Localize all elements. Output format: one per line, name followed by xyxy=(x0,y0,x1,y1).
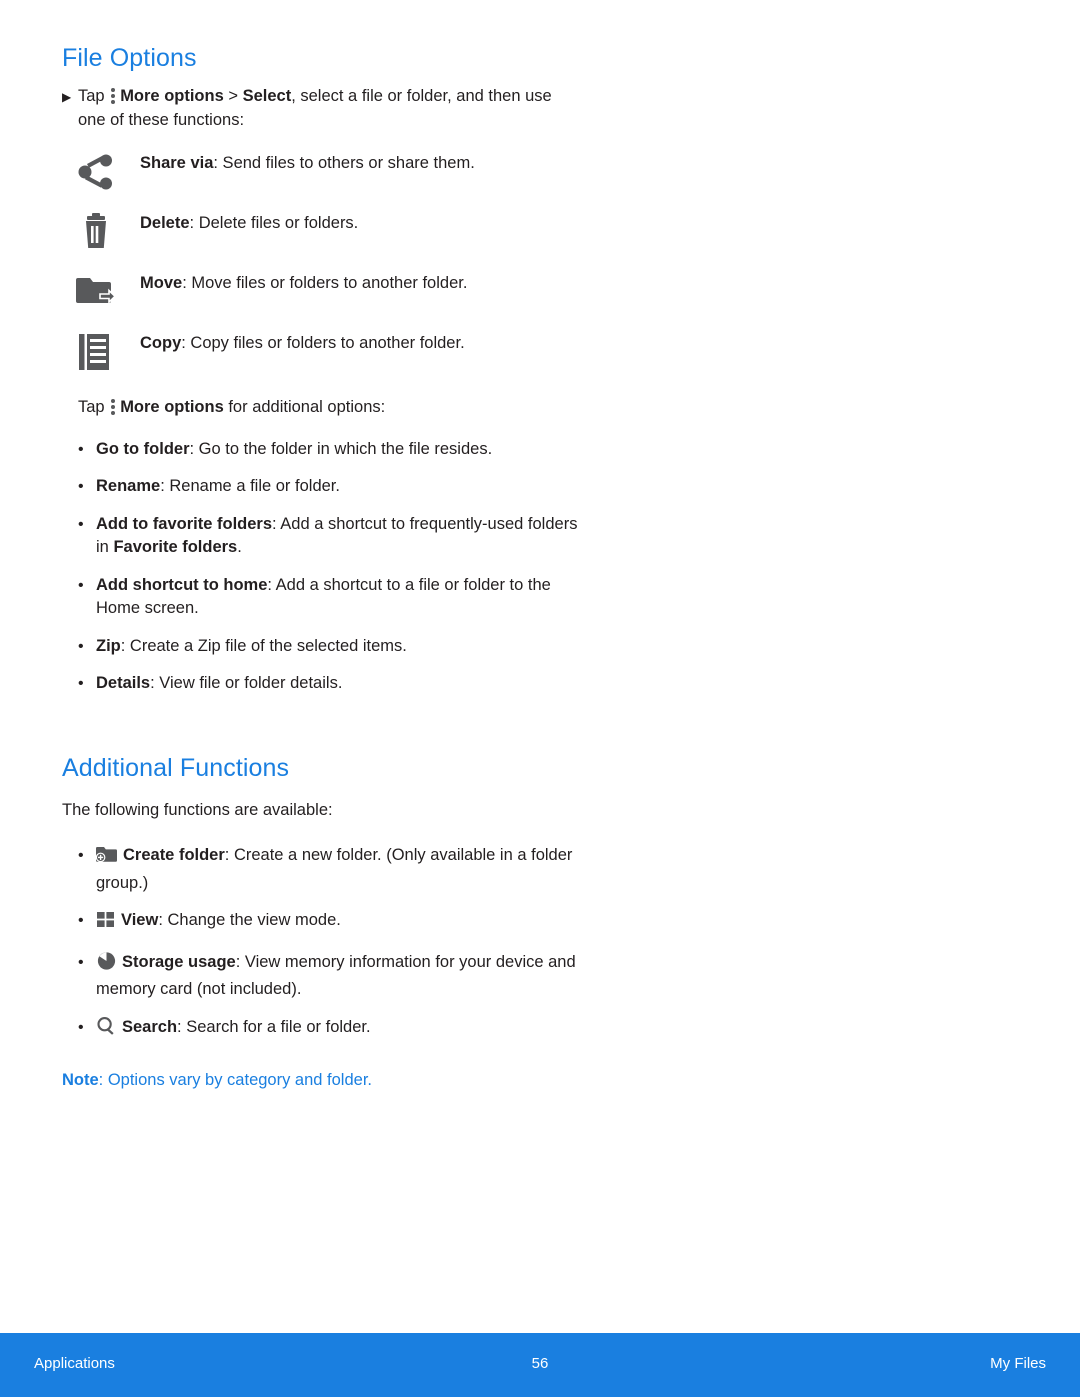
list-item: • Search: Search for a file or folder. xyxy=(62,1016,582,1044)
list-item: • Details: View file or folder details. xyxy=(62,672,582,696)
bullet-icon: • xyxy=(78,637,84,655)
item-text: : Change the view mode. xyxy=(158,911,341,929)
item-bold-label: Share via xyxy=(140,154,214,172)
note-label: Note xyxy=(62,1071,99,1089)
item-bold-label-2: Favorite folders xyxy=(113,538,238,556)
item-bold-label: Move xyxy=(140,274,183,292)
item-text: : Go to the folder in which the file res… xyxy=(189,439,493,458)
footer-page-number: 56 xyxy=(531,1355,549,1372)
item-bold-label: Copy xyxy=(140,334,182,352)
tap-label: Tap xyxy=(78,87,110,105)
list-item: Copy: Copy files or folders to another f… xyxy=(62,330,582,372)
item-bold-label: Create folder xyxy=(123,846,225,864)
list-item-text: Add to favorite folders: Add a shortcut … xyxy=(96,513,582,560)
list-item: • Create folder: Create a new folder. (O… xyxy=(62,844,582,895)
additional-intro-text: The following functions are available: xyxy=(62,800,333,819)
list-item-text: Zip: Create a Zip file of the selected i… xyxy=(96,635,582,659)
item-text: : View file or folder details. xyxy=(150,674,343,692)
list-item: Delete: Delete files or folders. xyxy=(62,210,582,252)
more-options-label: More options xyxy=(120,398,224,416)
bullet-icon: • xyxy=(78,675,84,692)
list-item: • Zip: Create a Zip file of the selected… xyxy=(62,635,582,659)
bullet-icon: • xyxy=(78,847,84,864)
item-bold-label: Zip xyxy=(96,636,121,655)
list-item-text: Move: Move files or folders to another f… xyxy=(140,270,582,296)
item-bold-label: Rename xyxy=(96,477,161,495)
more-options-icon xyxy=(111,398,117,415)
bullet-icon: • xyxy=(78,478,84,495)
more-options-label: More options xyxy=(120,87,224,105)
item-text: : Copy files or folders to another folde… xyxy=(181,334,465,352)
share-icon xyxy=(62,150,140,192)
item-bold-label: Details xyxy=(96,674,151,692)
bullet-icon: • xyxy=(78,1018,84,1036)
storage-usage-icon xyxy=(96,951,117,979)
list-item-text: Go to folder: Go to the folder in which … xyxy=(96,438,582,462)
item-text: : Move files or folders to another folde… xyxy=(182,274,468,292)
select-label: Select xyxy=(242,87,292,105)
list-item: • View: Change the view mode. xyxy=(62,909,582,937)
list-item-text: Create folder: Create a new folder. (Onl… xyxy=(95,844,582,895)
list-item-text: Search: Search for a file or folder. xyxy=(96,1016,582,1044)
list-item-text: Share via: Send files to others or share… xyxy=(140,150,582,176)
footer-chapter-label: My Files xyxy=(990,1355,1046,1372)
bullet-icon: • xyxy=(78,912,84,929)
item-text-2: . xyxy=(237,538,242,556)
item-text: : Rename a file or folder. xyxy=(160,477,340,495)
list-item-text: View: Change the view mode. xyxy=(96,909,582,937)
tap-instruction-text: Tap More options > Select, select a file… xyxy=(78,85,582,132)
item-bold-label: Go to folder xyxy=(96,439,190,458)
list-item-text: Details: View file or folder details. xyxy=(96,672,582,696)
list-item: Move: Move files or folders to another f… xyxy=(62,270,582,312)
note-text: Note: Options vary by category and folde… xyxy=(62,1069,582,1093)
section-title-additional-functions: Additional Functions xyxy=(62,753,290,782)
page-content: File Options ▶ Tap More options > Select… xyxy=(62,44,582,1093)
item-bold-label: Delete xyxy=(140,214,190,232)
list-item-text: Rename: Rename a file or folder. xyxy=(96,475,582,499)
create-folder-icon xyxy=(95,844,118,872)
item-text: : Delete files or folders. xyxy=(189,214,359,232)
list-item: • Storage usage: View memory information… xyxy=(62,951,582,1002)
item-bold-label: Add to favorite folders xyxy=(96,514,273,533)
gt-separator: > xyxy=(223,87,243,105)
view-grid-icon xyxy=(96,910,116,937)
item-bold-label: Search xyxy=(122,1017,178,1036)
item-bold-label: View xyxy=(121,911,159,929)
bullet-icon: • xyxy=(78,515,84,533)
list-item-text: Copy: Copy files or folders to another f… xyxy=(140,330,582,356)
copy-icon xyxy=(62,330,140,372)
list-item-text: Delete: Delete files or folders. xyxy=(140,210,582,236)
list-item-text: Add shortcut to home: Add a shortcut to … xyxy=(96,574,582,621)
manual-page: File Options ▶ Tap More options > Select… xyxy=(0,0,1080,1397)
more-options-rest: for additional options: xyxy=(223,398,386,416)
trash-icon xyxy=(62,210,140,252)
arrow-bullet-icon: ▶ xyxy=(62,90,72,104)
bullet-icon: • xyxy=(78,953,84,971)
list-item: • Go to folder: Go to the folder in whic… xyxy=(62,438,582,462)
tap-label: Tap xyxy=(78,398,110,416)
page-title: File Options xyxy=(62,44,197,72)
list-item: • Add shortcut to home: Add a shortcut t… xyxy=(62,574,582,621)
item-text: : Create a Zip file of the selected item… xyxy=(120,636,407,655)
item-bold-label: Storage usage xyxy=(122,952,236,971)
bullet-icon: • xyxy=(78,440,84,458)
bullet-icon: • xyxy=(78,576,84,594)
item-text: : Send files to others or share them. xyxy=(213,154,475,172)
item-text: : Search for a file or folder. xyxy=(177,1017,371,1036)
list-item: Share via: Send files to others or share… xyxy=(62,150,582,192)
page-footer: Applications 56 My Files xyxy=(0,1333,1080,1397)
item-bold-label: Add shortcut to home xyxy=(96,575,268,594)
move-folder-icon xyxy=(62,270,140,312)
search-icon xyxy=(96,1016,117,1044)
more-options-icon xyxy=(111,87,117,104)
tap-instruction-row: ▶ Tap More options > Select, select a fi… xyxy=(62,85,582,132)
note-body: : Options vary by category and folder. xyxy=(98,1071,372,1089)
list-item-text: Storage usage: View memory information f… xyxy=(96,951,582,1002)
more-options-instruction: Tap More options for additional options: xyxy=(62,396,582,420)
list-item: • Add to favorite folders: Add a shortcu… xyxy=(62,513,582,560)
list-item: • Rename: Rename a file or folder. xyxy=(62,475,582,499)
